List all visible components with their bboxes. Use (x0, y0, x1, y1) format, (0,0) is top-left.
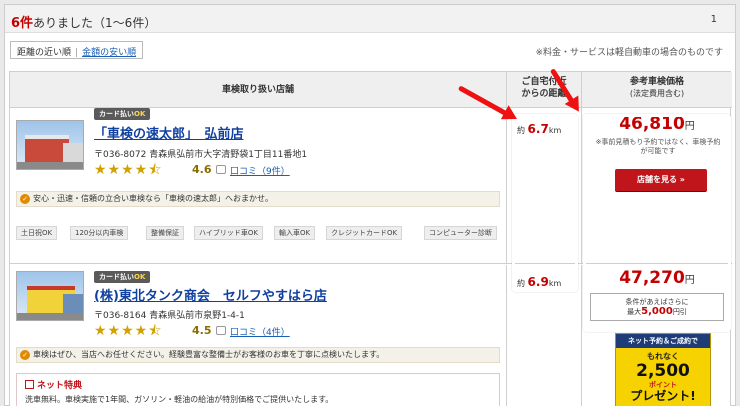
review-link[interactable]: 口コミ（9件） (230, 164, 290, 177)
search-results-panel: 6件ありました（1～6件） 1 距離の近い順 | 金額の安い順 ※料金・サービスは軽… (4, 4, 736, 406)
page-number[interactable]: 1 (711, 14, 717, 25)
tag: 輸入車OK (274, 226, 316, 240)
price-highlight (583, 114, 731, 332)
rating-score: 4.6 (192, 163, 212, 176)
review-link[interactable]: 口コミ（4件） (230, 325, 290, 338)
sort-row: 距離の近い順 | 金額の安い順 ※料金・サービスは軽自動車の場合のものです (5, 41, 735, 61)
tag: ハイブリッド車OK (194, 226, 263, 240)
page-background: 6件ありました（1～6件） 1 距離の近い順 | 金額の安い順 ※料金・サービスは軽… (0, 0, 740, 406)
store-info: カード払いOK 「車検の速太郎」 弘前店 〒036-8072 青森県弘前市大字清… (10, 108, 507, 263)
sort-by-price-link[interactable]: 金額の安い順 (82, 48, 136, 58)
result-count-bar: 6件ありました（1～6件） 1 (5, 5, 735, 33)
store-name-link[interactable]: 「車検の速太郎」 弘前店 (94, 123, 244, 142)
rating-score: 4.5 (192, 324, 212, 337)
header-price: 参考車検価格 (法定費用含む) (582, 72, 732, 108)
tag: コンピューター診断 (424, 226, 497, 240)
tag: 土日祝OK (16, 226, 58, 240)
store-message: ✓ 車検はぜひ、当店へお任せください。経験豊富な整備士がお客様のお車を丁寧に点検い… (16, 347, 500, 363)
price-note: ※料金・サービスは軽自動車の場合のものです (535, 48, 723, 58)
store-name-link[interactable]: (株)東北タンク商会 セルフやすはら店 (94, 285, 327, 304)
check-icon: ✓ (20, 350, 30, 360)
tag: クレジットカードOK (326, 226, 403, 240)
distance-highlight (512, 114, 578, 292)
store-photo[interactable] (16, 271, 84, 321)
net-benefit-text: 洗車無料。車検実施で1年間、ガソリン・軽油の給油が特別価格でご提供いたします。 (25, 395, 334, 404)
tag: 整備保証 (146, 226, 184, 240)
sort-by-distance[interactable]: 距離の近い順 (17, 48, 71, 58)
tag: 120分以内車検 (70, 226, 129, 240)
net-benefit-box: ネット特典 洗車無料。車検実施で1年間、ガソリン・軽油の給油が特別価格でご提供い… (16, 373, 500, 406)
points-promo-banner[interactable]: ネット予約＆ご成約で もれなく 2,500 ポイント プレゼント! (615, 333, 711, 406)
star-rating: ★★★★⯪ (94, 162, 163, 178)
store-photo[interactable] (16, 120, 84, 170)
store-info: カード払いOK (株)東北タンク商会 セルフやすはら店 〒036-8164 青森… (10, 265, 507, 406)
star-rating: ★★★★⯪ (94, 323, 163, 339)
store-message: ✓ 安心・迅速・信頼の立合い車検なら「車検の速太郎」へおまかせ。 (16, 191, 500, 207)
card-payment-badge: カード払いOK (94, 108, 151, 120)
card-payment-badge: カード払いOK (94, 271, 151, 283)
net-benefit-title: ネット特典 (25, 378, 82, 391)
sort-separator: | (75, 48, 79, 58)
store-table: 車検取り扱い店舗 ご自宅付近 からの距離 参考車検価格 (法定費用含む) カード払い… (9, 71, 732, 406)
gift-icon (25, 380, 34, 389)
sort-tabs: 距離の近い順 | 金額の安い順 (10, 41, 144, 59)
result-count: 6件ありました（1～6件） (11, 16, 157, 31)
check-icon: ✓ (20, 194, 30, 204)
review-icon (216, 326, 226, 335)
review-icon (216, 165, 226, 174)
header-store: 車検取り扱い店舗 (10, 72, 507, 108)
